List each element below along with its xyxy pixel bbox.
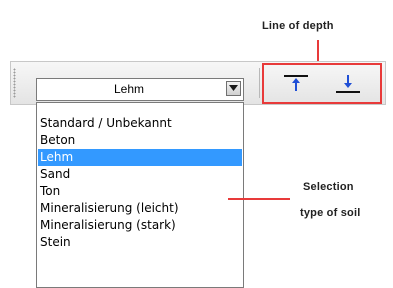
depth-line-down-button[interactable] [334, 71, 362, 97]
dropdown-option[interactable]: Standard / Unbekannt [38, 115, 242, 132]
dropdown-option[interactable]: Beton [38, 132, 242, 149]
depth-line-top-arrow-up-icon [284, 75, 308, 91]
depth-line-up-button[interactable] [282, 71, 310, 97]
dropdown-option-selected[interactable]: Lehm [38, 149, 242, 166]
dropdown-option[interactable]: Mineralisierung (stark) [38, 217, 242, 234]
toolbar-grip[interactable] [13, 68, 16, 98]
depth-annotation-label: Line of depth [262, 20, 334, 32]
dropdown-option[interactable]: Ton [38, 183, 242, 200]
soil-type-combobox[interactable]: Lehm [36, 78, 244, 101]
dropdown-button[interactable] [226, 81, 241, 96]
chevron-down-icon [229, 85, 238, 91]
soil-type-selected-value: Lehm [113, 82, 145, 96]
depth-line-bottom-arrow-down-icon [336, 75, 360, 93]
dropdown-option[interactable]: Mineralisierung (leicht) [38, 200, 242, 217]
dropdown-option[interactable]: Sand [38, 166, 242, 183]
soil-type-dropdown-list: Standard / Unbekannt Beton Lehm Sand Ton… [36, 102, 244, 288]
soil-annotation-leader [228, 198, 290, 200]
toolbar-separator [259, 68, 260, 98]
dropdown-option[interactable]: Stein [38, 234, 242, 251]
soil-annotation-label-line2: type of soil [300, 207, 361, 219]
soil-annotation-label-line1: Selection [303, 181, 354, 193]
depth-line-button-group [262, 63, 382, 104]
